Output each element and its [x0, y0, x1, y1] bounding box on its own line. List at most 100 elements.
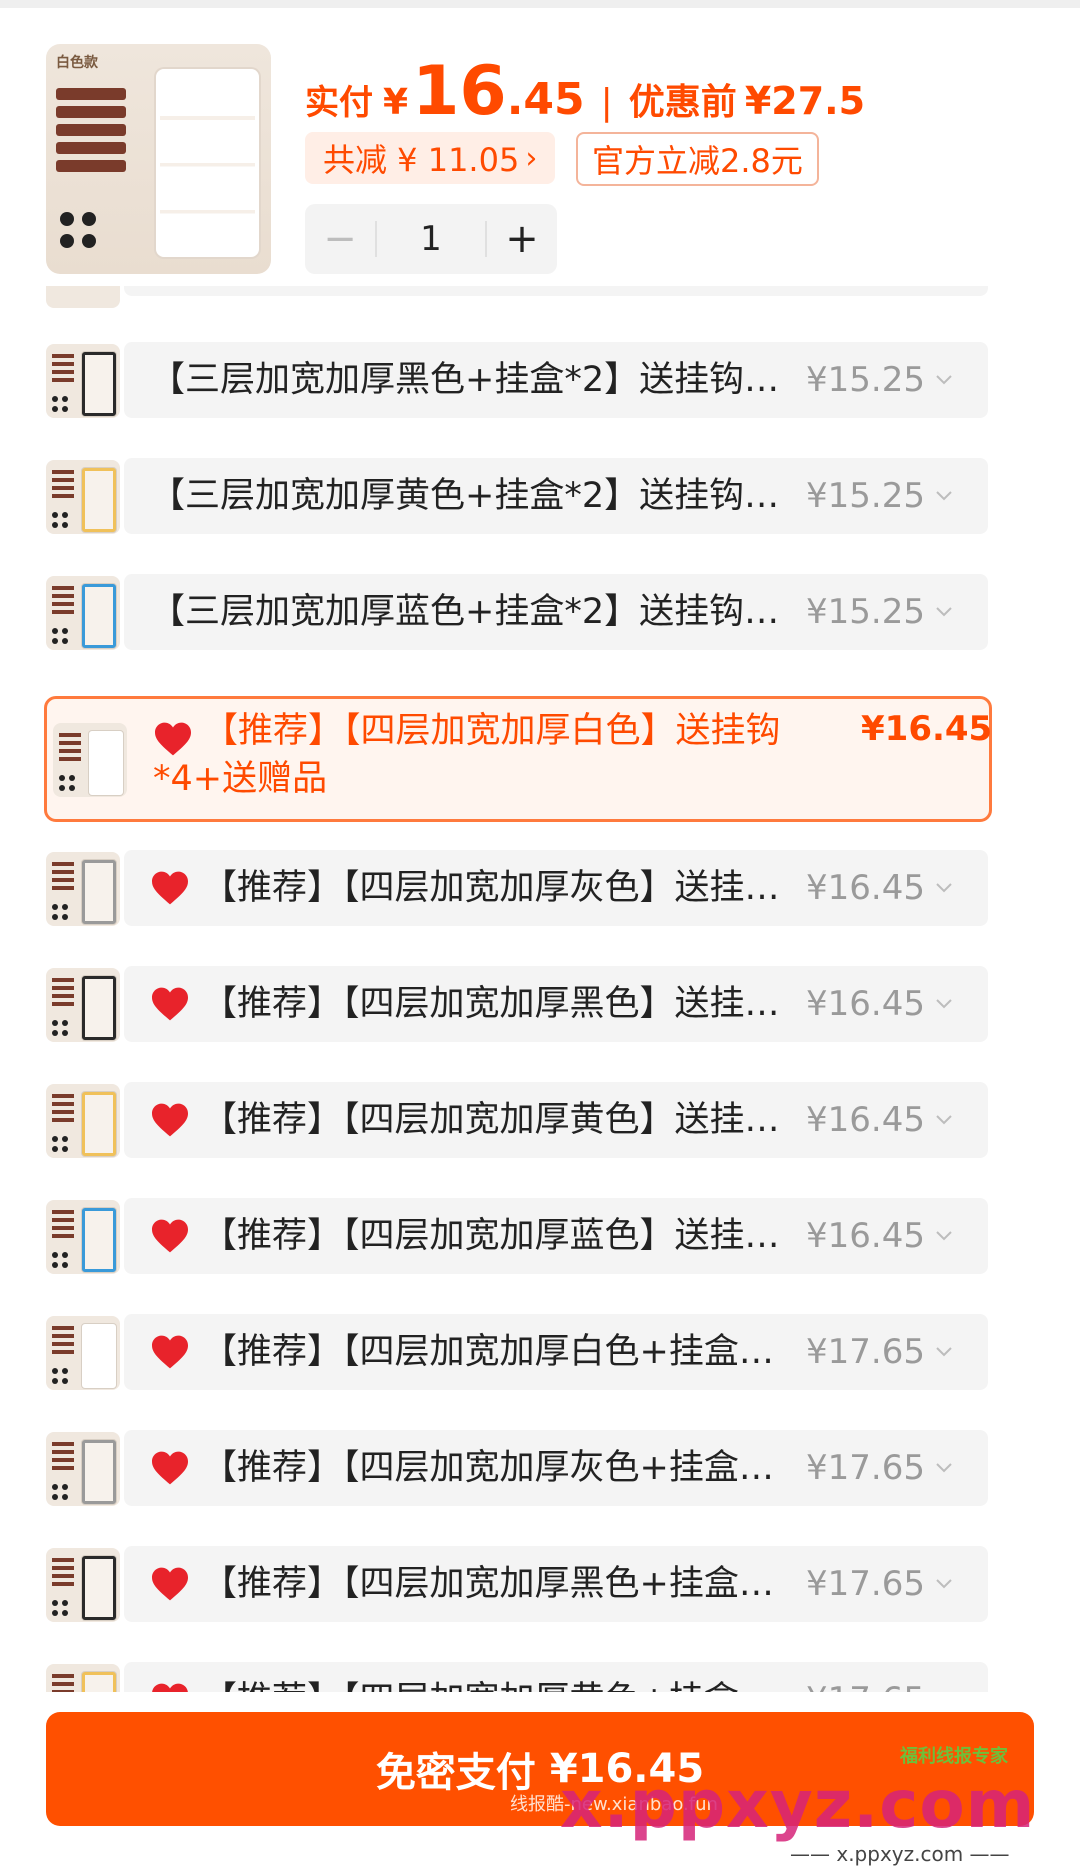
- sku-option[interactable]: 【推荐】【四层加宽加厚黄色+挂盒*2】送挂钩*4+送赠品 ¥17.65: [0, 1662, 1080, 1692]
- thumbnail-tag: [52, 1582, 74, 1586]
- quantity-value[interactable]: 1: [375, 221, 487, 257]
- wheel-icon: [52, 1494, 58, 1500]
- thumbnail-tag: [52, 1574, 74, 1578]
- decrease-quantity-button[interactable]: −: [305, 216, 375, 262]
- wheel-icon: [62, 904, 68, 910]
- sku-option[interactable]: 【推荐】【四层加宽加厚蓝色】送挂钩*4+送赠品 ¥16.45: [0, 1198, 1080, 1274]
- wheel-icon: [52, 1252, 58, 1258]
- sku-option[interactable]: 【推荐】【四层加宽加厚黑色】送挂钩*4+送赠品 ¥16.45: [0, 966, 1080, 1042]
- sku-option[interactable]: 【推荐】【四层加宽加厚灰色】送挂钩*4+送赠品 ¥16.45: [0, 850, 1080, 926]
- chevron-down-icon[interactable]: [934, 486, 954, 506]
- wheel-icon: [62, 1146, 68, 1152]
- wheel-icon: [62, 1030, 68, 1036]
- thumbnail-tag: [52, 1674, 74, 1678]
- chevron-down-icon[interactable]: [934, 1110, 954, 1130]
- wheel-icon: [62, 1484, 68, 1490]
- sku-option[interactable]: 【推荐】【四层加宽加厚灰色+挂盒*2】送挂钩*4+送赠品 ¥17.65: [0, 1430, 1080, 1506]
- thumbnail-tag: [52, 1218, 74, 1222]
- increase-quantity-button[interactable]: +: [487, 216, 557, 262]
- option-rack-image: [82, 1324, 116, 1388]
- quantity-stepper[interactable]: − 1 +: [305, 204, 557, 274]
- chevron-down-icon[interactable]: [934, 878, 954, 898]
- thumbnail-tag: [52, 1682, 74, 1686]
- chevron-down-icon[interactable]: [934, 1574, 954, 1594]
- chevron-down-icon[interactable]: [934, 602, 954, 622]
- option-thumbnail: [46, 1432, 120, 1506]
- wheel-icon: [52, 406, 58, 412]
- option-rack-image: [82, 976, 116, 1040]
- thumbnail-tag: [52, 1210, 74, 1214]
- product-thumbnail[interactable]: 白色款: [46, 44, 271, 274]
- wheel-icon: [62, 1610, 68, 1616]
- wheel-icon: [69, 785, 75, 791]
- paid-price-integer: 16: [412, 52, 507, 131]
- wheel-icon: [62, 1262, 68, 1268]
- chevron-down-icon[interactable]: [934, 1342, 954, 1362]
- sku-option-peek[interactable]: [0, 286, 1080, 346]
- option-price: ¥17.65: [806, 1448, 925, 1488]
- top-strip: [0, 0, 1080, 8]
- option-thumbnail: [46, 286, 120, 308]
- wheel-icon: [82, 234, 96, 248]
- heart-icon: [150, 986, 190, 1022]
- sku-option[interactable]: 【三层加宽加厚黑色+挂盒*2】送挂钩*4+送赠品 ¥15.25: [0, 342, 1080, 418]
- option-name: 【推荐】【四层加宽加厚蓝色】送挂钩*4+送赠品: [202, 1216, 784, 1256]
- wheel-icon: [52, 1262, 58, 1268]
- heart-icon: [150, 1566, 190, 1602]
- thumbnail-tag: [59, 741, 81, 745]
- chevron-down-icon[interactable]: [934, 1458, 954, 1478]
- option-thumbnail: [53, 723, 127, 797]
- option-thumbnail: [46, 852, 120, 926]
- wheel-icon: [52, 1030, 58, 1036]
- thumbnail-tag: [52, 862, 74, 866]
- wheel-icon: [52, 638, 58, 644]
- sku-option[interactable]: 【三层加宽加厚蓝色+挂盒*2】送挂钩*4+送赠品 ¥15.25: [0, 574, 1080, 650]
- wheel-icon: [62, 1368, 68, 1374]
- option-rack-image: [82, 1092, 116, 1156]
- product-rack-image: [156, 69, 259, 257]
- option-panel: [124, 286, 988, 296]
- thumbnail-tag: [52, 1458, 74, 1462]
- bottom-bar: 免密支付 ¥16.45 福利线报专家 线报酷-new.xianbao.fun x…: [0, 1692, 1080, 1868]
- wheel-icon: [62, 1494, 68, 1500]
- total-discount-label: 共减 ¥ 11.05: [323, 141, 520, 179]
- chevron-down-icon[interactable]: [934, 370, 954, 390]
- thumbnail-tag: [52, 886, 74, 890]
- wheel-icon: [52, 1146, 58, 1152]
- chevron-down-icon[interactable]: [934, 994, 954, 1014]
- thumbnail-tag: [52, 878, 74, 882]
- option-rack-image: [82, 1208, 116, 1272]
- wheel-icon: [52, 628, 58, 634]
- heart-icon: [150, 1682, 190, 1692]
- option-rack-image: [82, 352, 116, 416]
- sku-option[interactable]: 【推荐】【四层加宽加厚黑色+挂盒*2】送挂钩*4+送赠品 ¥17.65: [0, 1546, 1080, 1622]
- wheel-icon: [62, 522, 68, 528]
- option-rack-image: [89, 731, 123, 795]
- thumbnail-tag: [52, 594, 74, 598]
- sku-option[interactable]: 【三层加宽加厚黄色+挂盒*2】送挂钩*4+送赠品 ¥15.25: [0, 458, 1080, 534]
- thumbnail-tag: [52, 1118, 74, 1122]
- official-discount-tag: 官方立减2.8元: [576, 132, 819, 186]
- option-price: ¥16.45: [806, 984, 925, 1024]
- option-name: 【三层加宽加厚蓝色+挂盒*2】送挂钩*4+送赠品: [150, 592, 790, 632]
- watermark-footer: —— x.ppxyz.com ——: [790, 1842, 1010, 1866]
- wheel-icon: [52, 1484, 58, 1490]
- sku-option[interactable]: 【推荐】【四层加宽加厚黄色】送挂钩*4+送赠品 ¥16.45: [0, 1082, 1080, 1158]
- wheel-icon: [52, 1136, 58, 1142]
- sku-option[interactable]: 【推荐】【四层加宽加厚白色+挂盒*2】送挂钩*4+送赠品 ¥17.65: [0, 1314, 1080, 1390]
- thumbnail-tag: [52, 486, 74, 490]
- thumbnail-tag: [52, 470, 74, 474]
- wheel-icon: [62, 1020, 68, 1026]
- chevron-down-icon[interactable]: [934, 1226, 954, 1246]
- sku-option-selected[interactable]: 【推荐】【四层加宽加厚白色】送挂钩*4+送赠品 ¥16.45: [44, 696, 992, 822]
- option-name: 【三层加宽加厚黑色+挂盒*2】送挂钩*4+送赠品: [150, 360, 790, 400]
- thumbnail-tag: [52, 1002, 74, 1006]
- thumbnail-tag: [52, 610, 74, 614]
- thumbnail-tag: [52, 1110, 74, 1114]
- heart-icon: [150, 1218, 190, 1254]
- before-discount-label: 优惠前: [628, 82, 737, 123]
- total-discount-chip[interactable]: 共减 ¥ 11.05 ›: [305, 132, 556, 184]
- sku-option-list[interactable]: 【三层加宽加厚黑色+挂盒*2】送挂钩*4+送赠品¥15.25 【三层加宽加厚黄色+…: [0, 286, 1080, 1692]
- thumbnail-tag: [59, 749, 81, 753]
- thumbnail-tag: [52, 1102, 74, 1106]
